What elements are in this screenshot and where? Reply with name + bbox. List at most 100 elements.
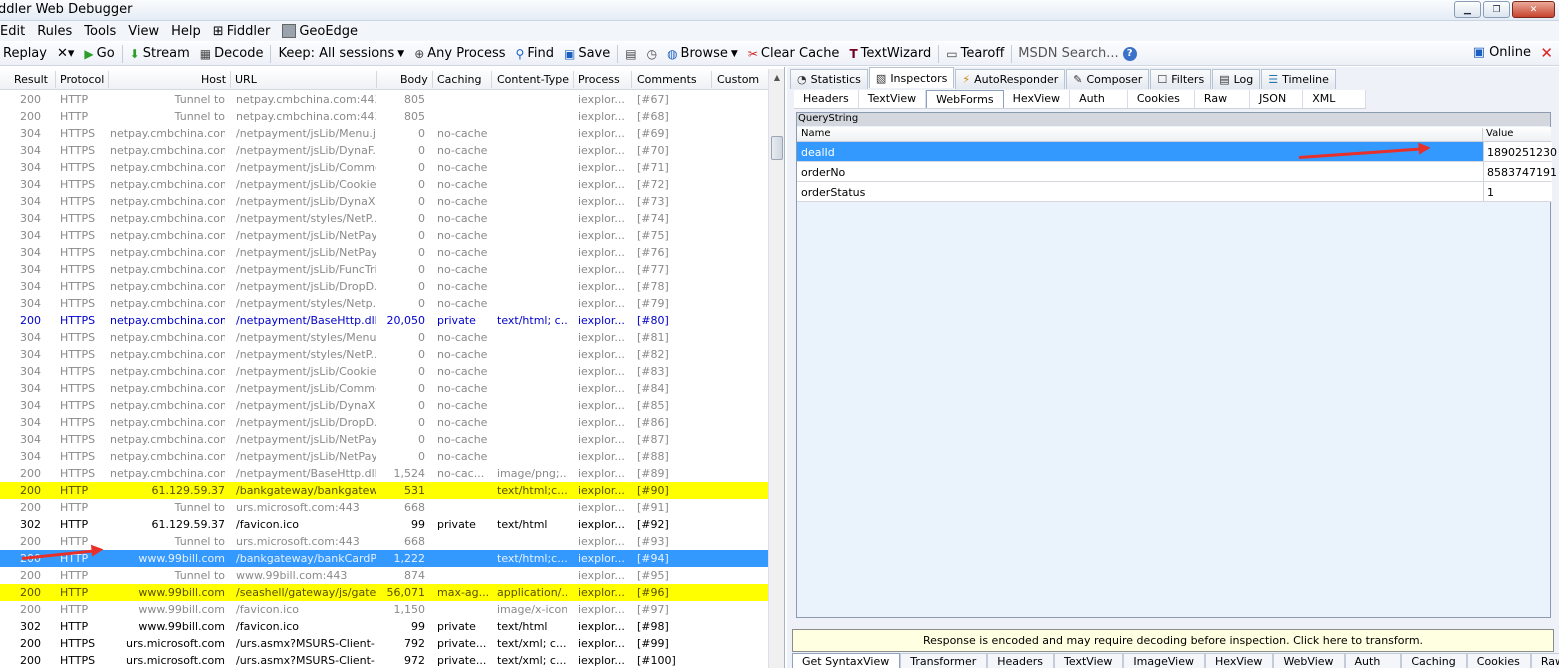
session-row[interactable]: 304 HTTPS netpay.cmbchina.com/netpayment/j…	[0, 380, 768, 397]
tab-transformer[interactable]: Transformer	[900, 653, 988, 668]
replay-button[interactable]: Replay	[0, 46, 52, 61]
tab-webview[interactable]: WebView	[1273, 653, 1345, 668]
browse-button[interactable]: ◍ Browse ▼	[662, 46, 743, 61]
screenshot-button[interactable]: ▤	[620, 47, 641, 61]
menu-tools[interactable]: Tools	[78, 24, 122, 39]
session-row[interactable]: 304 HTTPS netpay.cmbchina.com/netpayment/j…	[0, 363, 768, 380]
session-row[interactable]: 304 HTTPS netpay.cmbchina.com/netpayment/j…	[0, 142, 768, 159]
tab-response-cookies[interactable]: Cookies	[1466, 653, 1531, 668]
session-row[interactable]: 200 HTTPS netpay.cmbchina.com/netpayment/B…	[0, 465, 768, 482]
menu-rules[interactable]: Rules	[31, 24, 78, 39]
timer-button[interactable]: ◷	[642, 47, 662, 61]
column-divider[interactable]	[55, 71, 56, 88]
tab-response-headers[interactable]: Headers	[987, 653, 1055, 668]
column-content-type[interactable]: Content-Type	[497, 73, 569, 86]
keep-sessions-dropdown[interactable]: Keep: All sessions ▼	[273, 46, 409, 61]
session-row[interactable]: 304 HTTPS netpay.cmbchina.com/netpayment/j…	[0, 227, 768, 244]
remove-button[interactable]: ✕▾	[52, 46, 79, 61]
tab-webforms[interactable]: WebForms	[926, 90, 1004, 108]
msdn-search-input[interactable]: MSDN Search...	[1014, 46, 1122, 61]
tab-autoresponder[interactable]: ⚡ AutoResponder	[955, 69, 1066, 89]
session-row[interactable]: 304 HTTPS netpay.cmbchina.com/netpayment/j…	[0, 125, 768, 142]
tab-inspectors[interactable]: ▧ Inspectors	[868, 67, 955, 88]
tab-textview[interactable]: TextView	[859, 90, 927, 108]
column-custom[interactable]: Custom	[717, 73, 759, 86]
sessions-scrollbar[interactable]: ▲	[768, 69, 784, 668]
online-indicator[interactable]: ▣ Online	[1473, 45, 1531, 60]
session-row[interactable]: 302 HTTP 61.129.59.37/favicon.ico 99 private…	[0, 516, 768, 533]
session-row[interactable]: 304 HTTPS netpay.cmbchina.com/netpayment/j…	[0, 448, 768, 465]
session-row[interactable]: 304 HTTPS netpay.cmbchina.com/netpayment/j…	[0, 261, 768, 278]
go-button[interactable]: ▶ Go	[79, 46, 119, 61]
close-button[interactable]: ✕	[1512, 1, 1555, 18]
tab-xml[interactable]: XML	[1303, 90, 1367, 108]
param-value[interactable]: 1	[1483, 182, 1552, 201]
session-row[interactable]: 304 HTTPS netpay.cmbchina.com/netpayment/s…	[0, 210, 768, 227]
column-caching[interactable]: Caching	[437, 73, 481, 86]
session-row[interactable]: 304 HTTPS netpay.cmbchina.com/netpayment/j…	[0, 278, 768, 295]
column-divider[interactable]	[230, 71, 231, 88]
header-value[interactable]: Value	[1486, 128, 1513, 139]
menu-help[interactable]: Help	[165, 24, 207, 39]
menu-fiddler[interactable]: ⊞ Fiddler	[207, 24, 277, 39]
session-row[interactable]: 304 HTTPS netpay.cmbchina.com/netpayment/s…	[0, 346, 768, 363]
session-row[interactable]: 200 HTTP Tunnel to netpay.cmbchina.com:443 8…	[0, 108, 768, 125]
decode-button[interactable]: ▦ Decode	[195, 46, 269, 61]
help-icon[interactable]: ?	[1122, 46, 1137, 61]
column-divider[interactable]	[108, 71, 109, 88]
session-row[interactable]: 200HTTPwww.99bill.com/bankgateway/bankCa…	[0, 550, 768, 567]
tab-timeline[interactable]: ☰ Timeline	[1261, 69, 1336, 89]
column-host[interactable]: Host	[201, 73, 226, 86]
tab-syntaxview[interactable]: Get SyntaxView	[792, 653, 901, 668]
column-body[interactable]: Body	[400, 73, 428, 86]
tab-headers[interactable]: Headers	[794, 90, 859, 108]
find-button[interactable]: ⚲ Find	[511, 46, 559, 61]
session-row[interactable]: 200 HTTP www.99bill.com/seashell/gateway/j…	[0, 584, 768, 601]
session-row[interactable]: 200 HTTPS urs.microsoft.com/urs.asmx?MSURS…	[0, 635, 768, 652]
tab-statistics[interactable]: ◔ Statistics	[790, 69, 868, 89]
textwizard-button[interactable]: T TextWizard	[844, 46, 936, 61]
session-row[interactable]: 304 HTTPS netpay.cmbchina.com/netpayment/j…	[0, 397, 768, 414]
save-button[interactable]: ▣ Save	[559, 46, 615, 61]
session-row[interactable]: 200 HTTP Tunnel to www.99bill.com:443 874 iex…	[0, 567, 768, 584]
session-row[interactable]: 200 HTTP 61.129.59.37/bankgateway/bankgate…	[0, 482, 768, 499]
tab-imageview[interactable]: ImageView	[1123, 653, 1205, 668]
session-row[interactable]: 302 HTTP www.99bill.com/favicon.ico 99 priva…	[0, 618, 768, 635]
response-transform-notice[interactable]: Response is encoded and may require deco…	[792, 629, 1554, 652]
session-row[interactable]: 304 HTTPS netpay.cmbchina.com/netpayment/j…	[0, 244, 768, 261]
session-row[interactable]: 200 HTTPS netpay.cmbchina.com/netpayment/B…	[0, 312, 768, 329]
tab-hexview[interactable]: HexView	[1004, 90, 1071, 108]
column-divider[interactable]	[1482, 128, 1483, 143]
param-value[interactable]: 8583747191	[1483, 162, 1557, 181]
session-row[interactable]: 304 HTTPS netpay.cmbchina.com/netpayment/s…	[0, 295, 768, 312]
session-row[interactable]: 200 HTTP Tunnel to netpay.cmbchina.com:443 8…	[0, 91, 768, 108]
session-row[interactable]: 200 HTTP Tunnel to urs.microsoft.com:443 668…	[0, 533, 768, 550]
clear-cache-button[interactable]: ✂ Clear Cache	[743, 46, 845, 61]
session-row[interactable]: 304 HTTPS netpay.cmbchina.com/netpayment/s…	[0, 329, 768, 346]
column-comments[interactable]: Comments	[637, 73, 697, 86]
header-name[interactable]: Name	[801, 128, 831, 139]
session-row[interactable]: 304 HTTPS netpay.cmbchina.com/netpayment/j…	[0, 193, 768, 210]
tab-response-auth[interactable]: Auth	[1344, 653, 1402, 668]
column-divider[interactable]	[711, 71, 712, 88]
session-row[interactable]: 304 HTTPS netpay.cmbchina.com/netpayment/j…	[0, 176, 768, 193]
column-protocol[interactable]: Protocol	[60, 73, 104, 86]
querystring-row[interactable]: dealId 1890251230	[797, 142, 1557, 162]
tab-composer[interactable]: ✎ Composer	[1066, 69, 1150, 89]
minimize-button[interactable]: ▁	[1454, 1, 1481, 18]
column-divider[interactable]	[432, 71, 433, 88]
close-toolbar-icon[interactable]: ✕	[1540, 44, 1553, 62]
tearoff-button[interactable]: ▭ Tearoff	[941, 46, 1009, 61]
tab-response-raw[interactable]: Raw	[1530, 653, 1559, 668]
querystring-row[interactable]: orderStatus 1	[797, 182, 1552, 202]
stream-button[interactable]: ⬇ Stream	[125, 46, 195, 61]
querystring-row[interactable]: orderNo 8583747191	[797, 162, 1557, 182]
tab-cookies[interactable]: Cookies	[1128, 90, 1195, 108]
column-divider[interactable]	[376, 71, 377, 88]
tab-raw[interactable]: Raw	[1195, 90, 1251, 108]
column-divider[interactable]	[573, 71, 574, 88]
column-url[interactable]: URL	[235, 73, 257, 86]
any-process-button[interactable]: ⊕ Any Process	[409, 46, 510, 61]
session-row[interactable]: 304 HTTPS netpay.cmbchina.com/netpayment/j…	[0, 414, 768, 431]
column-process[interactable]: Process	[578, 73, 620, 86]
